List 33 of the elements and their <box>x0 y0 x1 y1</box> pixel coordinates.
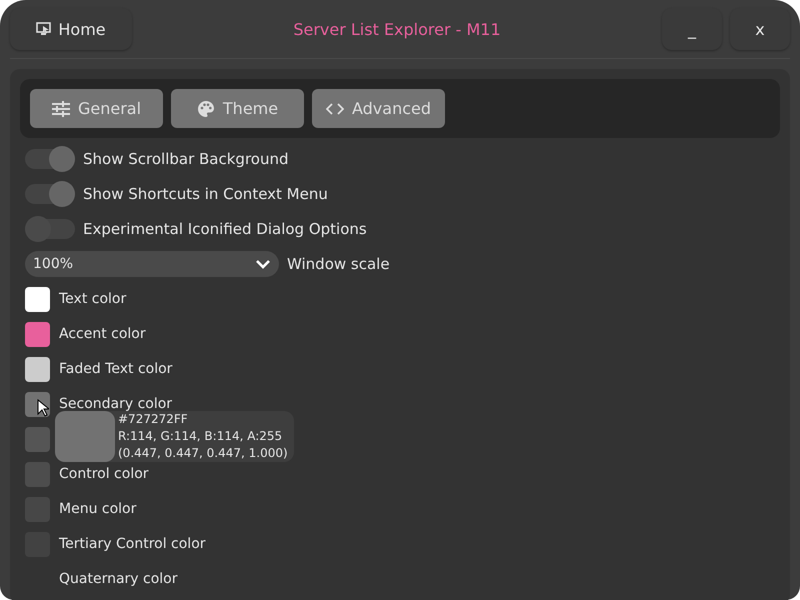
color-label: Text color <box>59 291 126 307</box>
home-button[interactable]: Home <box>10 8 132 50</box>
color-label: Menu color <box>59 501 136 517</box>
color-label: Accent color <box>59 326 146 342</box>
chevron-icon <box>255 259 271 269</box>
color-swatch[interactable] <box>25 356 50 382</box>
color-label: Control color <box>59 466 149 482</box>
scale-dropdown[interactable]: 100% <box>25 251 279 277</box>
color-swatch[interactable] <box>25 462 50 486</box>
toggle-switch[interactable] <box>25 184 75 204</box>
window-title: Server List Explorer - M11 <box>292 20 502 38</box>
toggle-label: Show Shortcuts in Context Menu <box>83 185 328 203</box>
scale-label: Window scale <box>287 255 390 273</box>
color-label: Secondary color <box>59 396 172 412</box>
palette-icon <box>196 100 215 118</box>
code-icon <box>326 102 344 116</box>
minimize-button[interactable]: _ <box>662 8 722 50</box>
color-swatch[interactable] <box>25 426 50 452</box>
color-label: Tertiary Control color <box>59 536 206 552</box>
color-swatch[interactable] <box>25 322 50 346</box>
color-label: Faded Text color <box>59 361 172 377</box>
float-value: (0.447, 0.447, 0.447, 1.000) <box>118 445 288 462</box>
rgba-value: R:114, G:114, B:114, A:255 <box>118 428 284 445</box>
toggle-switch[interactable] <box>25 149 75 169</box>
close-button[interactable]: x <box>730 8 790 50</box>
hex-value: #727272FF <box>118 411 189 428</box>
color-swatch[interactable] <box>25 286 50 312</box>
cursor-icon <box>37 399 49 417</box>
sliders-icon <box>52 100 70 116</box>
monitor-icon <box>36 22 52 36</box>
toggle-label: Experimental Iconified Dialog Options <box>83 220 367 238</box>
toggle-label: Show Scrollbar Background <box>83 150 288 168</box>
color-label: Quaternary color <box>59 571 178 587</box>
